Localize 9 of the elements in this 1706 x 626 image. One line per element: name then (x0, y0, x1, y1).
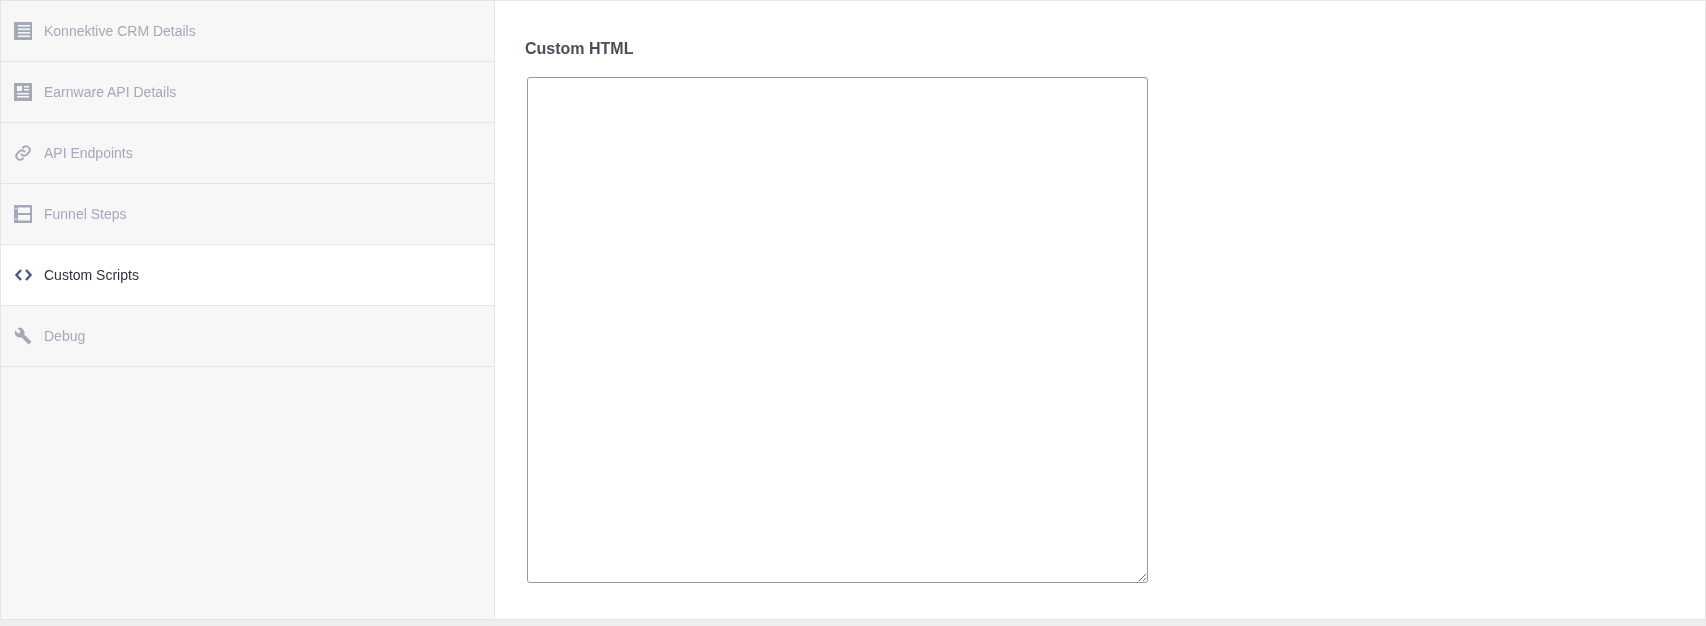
card-icon (14, 83, 32, 101)
section-title: Custom HTML (525, 39, 635, 59)
html-input-field[interactable] (527, 77, 1148, 583)
film-icon (14, 205, 32, 223)
list-icon (14, 22, 32, 40)
code-icon (14, 268, 32, 282)
wrench-icon (14, 327, 32, 345)
sidebar-item[interactable]: Custom Scripts (1, 245, 494, 306)
link-icon (14, 144, 32, 162)
